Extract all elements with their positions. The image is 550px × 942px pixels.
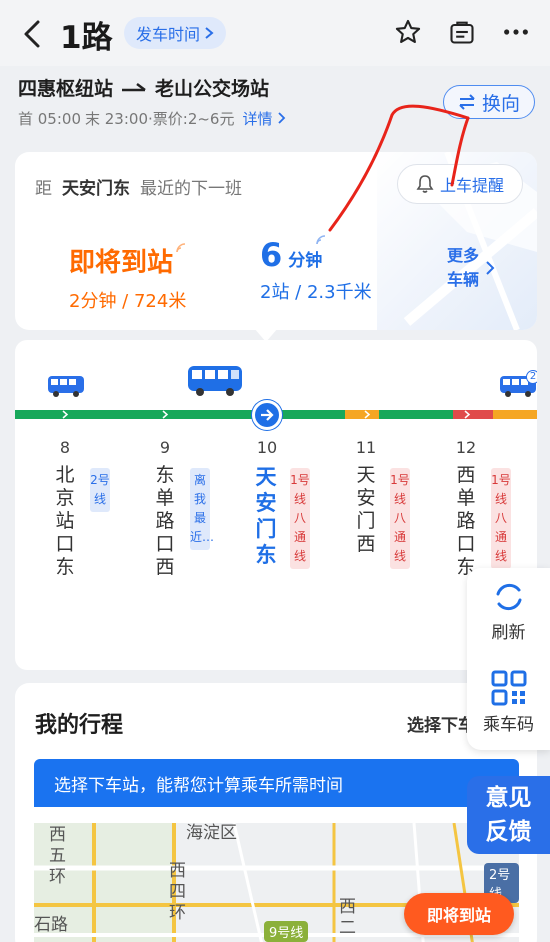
bus-arrival-2[interactable]: 6 分钟 2站 / 2.3千米: [260, 236, 372, 304]
bus-count-badge: 2: [526, 370, 537, 384]
trip-title: 我的行程: [35, 713, 124, 738]
station-name: 西单路口东: [456, 464, 476, 578]
timetable-button[interactable]: 发车时间: [124, 17, 227, 49]
top-actions: [392, 16, 532, 48]
back-icon: [24, 20, 40, 48]
station-name: 天安门西: [356, 464, 376, 555]
route-to: 老山公交场站: [155, 78, 270, 100]
star-icon: [395, 19, 421, 43]
detail-link[interactable]: 详情: [242, 108, 286, 129]
station-name: 天安门东: [255, 465, 277, 567]
arrival-minutes: 6: [260, 236, 283, 274]
favorite-button[interactable]: [392, 16, 424, 48]
map-road-label: 西五环: [49, 825, 66, 887]
select-alight-button[interactable]: 选择下车: [407, 711, 475, 736]
refresh-button[interactable]: 刷新: [467, 580, 550, 643]
station-name: 北京站口东: [55, 464, 75, 578]
feedback-line-1: 意见: [485, 785, 532, 811]
feedback-button[interactable]: 意见 反馈: [467, 776, 550, 854]
from-label: 距: [35, 179, 52, 199]
bag-button[interactable]: [446, 16, 478, 48]
target-station: 天安门东: [62, 179, 130, 199]
realtime-header: 距 天安门东 最近的下一班: [35, 174, 242, 199]
station-number: 11: [355, 438, 377, 457]
back-button[interactable]: [16, 14, 48, 54]
reverse-direction-button[interactable]: 换向: [443, 85, 535, 119]
bus-arrival-1[interactable]: 即将到站 2分钟 / 724米: [69, 242, 187, 313]
arrival-unit: 分钟: [288, 251, 323, 271]
more-vehicles-button[interactable]: 更多 车辆: [447, 244, 495, 292]
station-number: 12: [455, 438, 477, 457]
qr-code-icon: [491, 670, 526, 706]
more-button[interactable]: [500, 16, 532, 48]
metro-tag: 1号线八通线: [390, 468, 410, 569]
refresh-icon: [496, 583, 521, 611]
current-station-marker: [252, 400, 282, 430]
route-from: 四惠枢纽站: [18, 78, 114, 100]
arrow-right-icon: [122, 82, 146, 91]
reverse-label: 换向: [481, 92, 520, 115]
arrow-right-icon: [261, 409, 274, 421]
arrival-stops: 2站 / 2.3千米: [260, 282, 372, 303]
arrival-distance: 2分钟 / 724米: [69, 291, 187, 312]
arriving-button[interactable]: 即将到站: [404, 893, 514, 935]
metro-line-badge: 9号线: [264, 921, 309, 942]
station-number: 9: [159, 438, 171, 457]
station-name: 东单路口西: [155, 464, 175, 578]
stations-card: 2 8 北京站口东 2号线 9 东单路口西 离我最近… 10 天安门东 1号线八…: [15, 340, 537, 670]
more-icon: [504, 29, 528, 35]
route-title: 1路: [60, 20, 113, 56]
ride-code-button[interactable]: 乘车码: [467, 670, 550, 735]
first-bus: 首 05:00: [18, 110, 81, 128]
fare: ·票价:2~6元: [148, 110, 235, 128]
bus-icon[interactable]: [187, 364, 243, 398]
station-number: 10: [256, 438, 278, 457]
chevron-right-icon: [278, 112, 286, 124]
trip-tip-banner: 选择下车站，能帮您计算乘车所需时间: [34, 759, 519, 807]
chevron-right-icon: [205, 27, 214, 39]
signal-icon: [176, 243, 186, 253]
realtime-card: 距 天安门东 最近的下一班 上车提醒 即将到站 2分钟 / 724米 6 分钟 …: [15, 152, 537, 330]
map-road-label: 西二: [339, 897, 356, 938]
metro-tag: 1号线八通线: [491, 468, 511, 569]
last-bus: 末 23:00: [85, 110, 148, 128]
map-district: 海淀区: [186, 823, 237, 843]
bell-icon: [416, 175, 434, 193]
swap-icon: [459, 94, 475, 110]
bus-icon[interactable]: [47, 374, 85, 398]
refresh-label: 刷新: [491, 623, 526, 643]
more-label-2: 车辆: [447, 270, 480, 289]
bag-icon: [450, 21, 474, 44]
metro-tag: 1号线八通线: [290, 468, 310, 569]
next-bus-label: 最近的下一班: [140, 179, 242, 199]
nearest-tag: 离我最近…: [190, 468, 214, 550]
more-label-1: 更多: [447, 246, 480, 265]
detail-label: 详情: [242, 110, 273, 128]
metro-tag: 2号线: [90, 468, 110, 512]
station-number: 8: [59, 438, 71, 457]
arrival-status: 即将到站: [69, 248, 174, 278]
boarding-reminder-button[interactable]: 上车提醒: [397, 164, 523, 204]
feedback-line-2: 反馈: [485, 819, 532, 845]
route-meta: 首 05:00 末 23:00 ·票价:2~6元 详情: [18, 108, 286, 129]
map-road-label: 石路: [34, 915, 68, 935]
route-endpoints: 四惠枢纽站 老山公交场站: [18, 74, 269, 101]
map-road-label: 西四环: [169, 861, 186, 923]
ride-code-label: 乘车码: [483, 715, 534, 735]
remind-label: 上车提醒: [439, 176, 504, 195]
timetable-label: 发车时间: [136, 25, 201, 44]
chevron-right-icon: [486, 261, 495, 275]
signal-icon: [316, 235, 326, 245]
side-toolbar: 刷新 乘车码: [467, 568, 550, 750]
